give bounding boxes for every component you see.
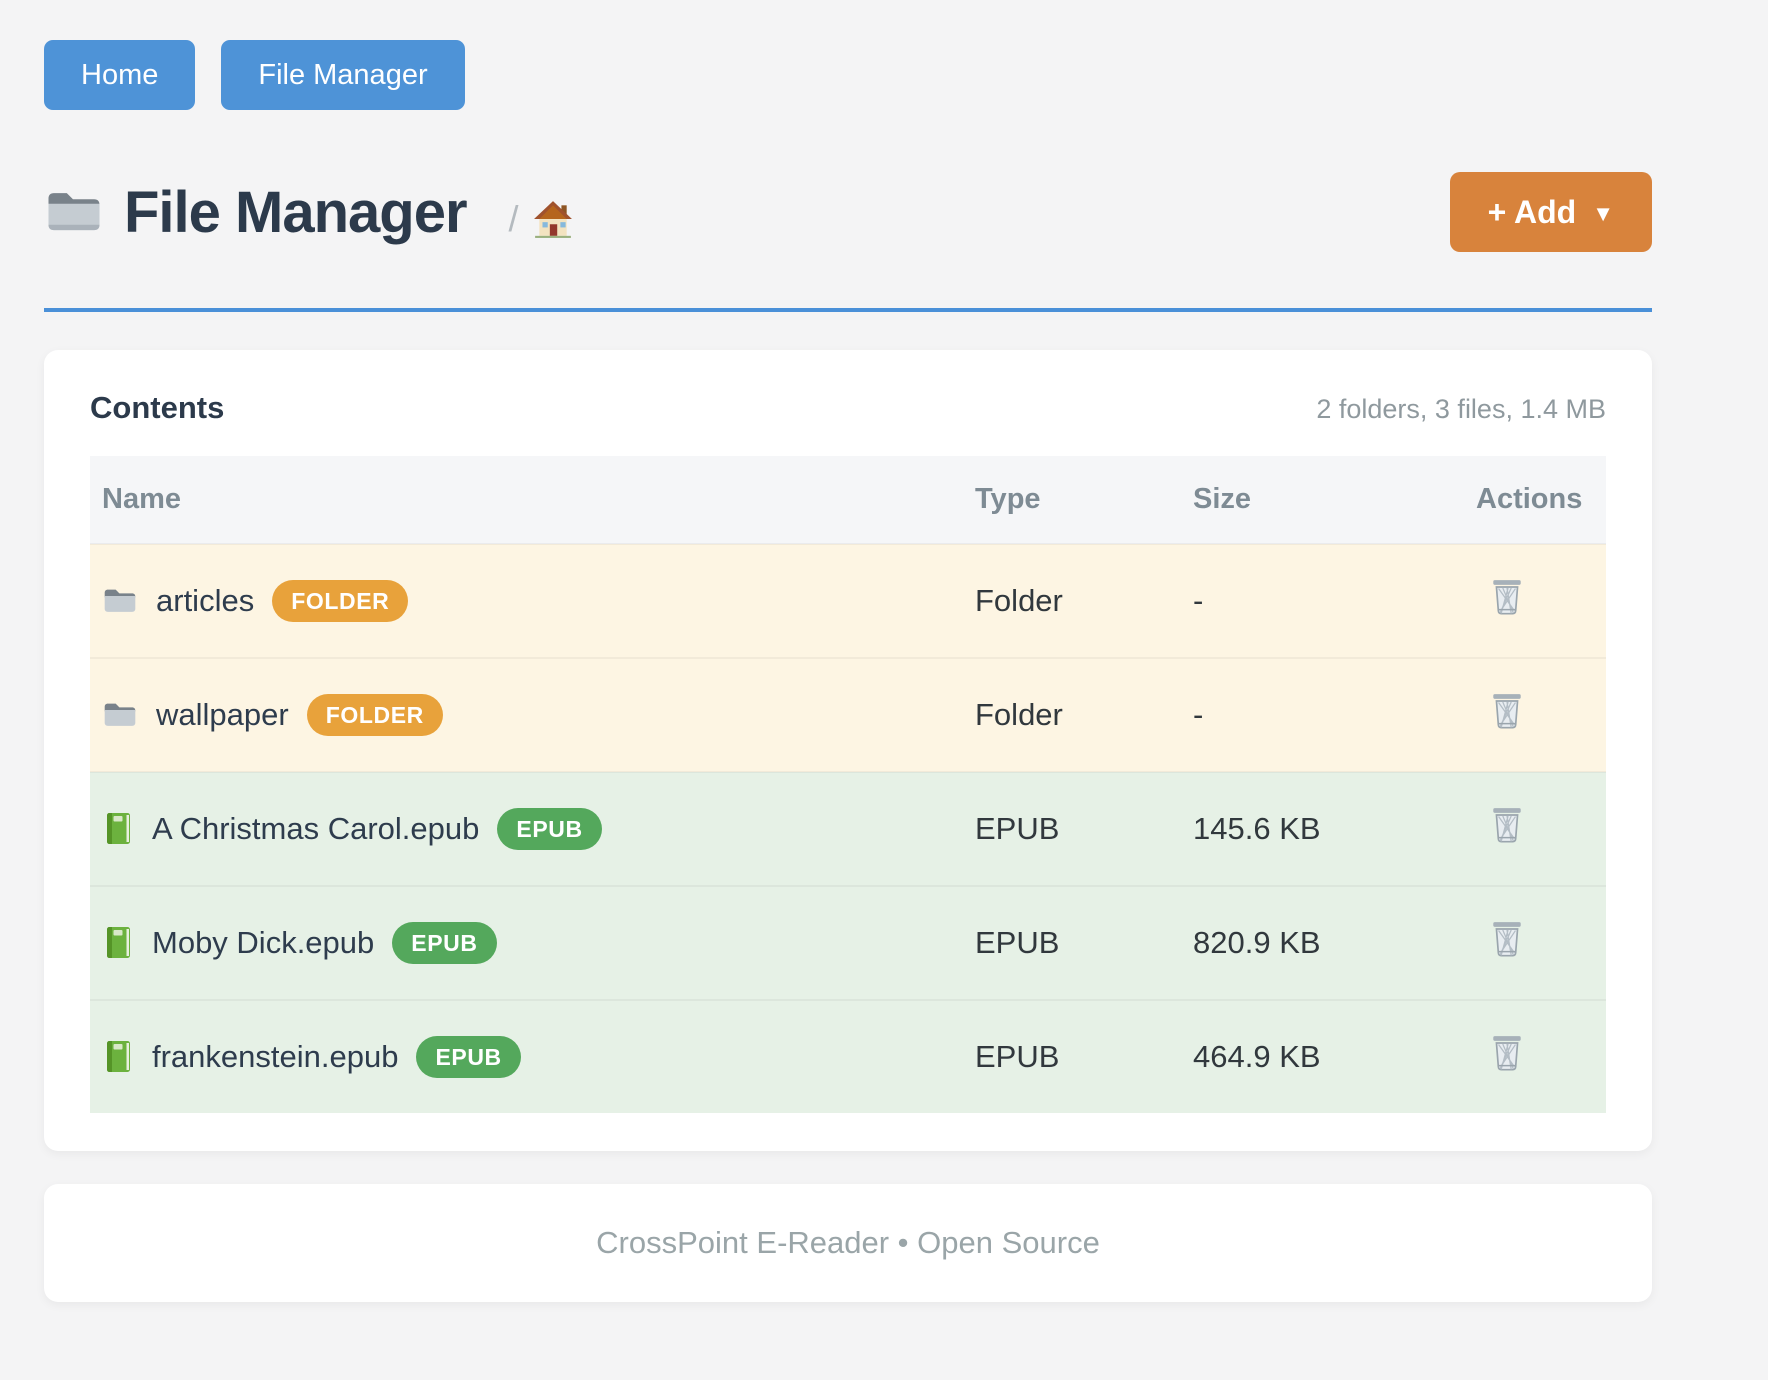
type-cell: EPUB [963,772,1181,886]
type-badge: EPUB [416,1036,520,1078]
contents-title: Contents [90,390,224,426]
page-title: File Manager [124,179,467,246]
file-name[interactable]: Moby Dick.epub [152,925,374,961]
type-badge: FOLDER [272,580,408,622]
delete-button[interactable] [1490,920,1524,958]
green-book-icon [102,925,134,961]
trash-icon [1490,578,1524,616]
size-cell: 464.9 KB [1181,1000,1464,1113]
page-header: File Manager / + Add ▼ [44,172,1652,252]
trash-icon [1490,692,1524,730]
table-row[interactable]: A Christmas Carol.epub EPUB EPUB 145.6 K… [90,772,1606,886]
type-cell: EPUB [963,886,1181,1000]
trash-icon [1490,920,1524,958]
contents-header: Contents 2 folders, 3 files, 1.4 MB [90,390,1606,426]
type-cell: Folder [963,658,1181,772]
folder-icon [102,585,138,617]
contents-summary: 2 folders, 3 files, 1.4 MB [1316,394,1606,425]
add-button[interactable]: + Add ▼ [1450,172,1652,252]
title-wrap: File Manager [44,179,467,246]
file-table: Name Type Size Actions [90,456,1606,1113]
type-cell: EPUB [963,1000,1181,1113]
table-row[interactable]: articles FOLDER Folder - [90,544,1606,658]
column-header-name: Name [90,456,963,544]
top-nav: Home File Manager [44,40,1652,110]
type-badge: EPUB [497,808,601,850]
nav-file-manager-button[interactable]: File Manager [221,40,464,110]
file-name[interactable]: A Christmas Carol.epub [152,811,479,847]
delete-button[interactable] [1490,806,1524,844]
size-cell: - [1181,658,1464,772]
type-badge: EPUB [392,922,496,964]
type-badge: FOLDER [307,694,443,736]
file-name[interactable]: frankenstein.epub [152,1039,398,1075]
page: Home File Manager File Manager / [44,0,1652,1302]
add-button-label: + Add [1488,194,1577,231]
size-cell: 820.9 KB [1181,886,1464,1000]
column-header-actions: Actions [1464,456,1606,544]
file-name[interactable]: articles [156,583,254,619]
contents-card: Contents 2 folders, 3 files, 1.4 MB Name… [44,350,1652,1151]
footer-card: CrossPoint E-Reader • Open Source [44,1184,1652,1302]
title-underline [44,308,1652,312]
home-icon[interactable] [533,200,573,238]
folder-icon [102,699,138,731]
delete-button[interactable] [1490,1034,1524,1072]
size-cell: - [1181,544,1464,658]
file-name[interactable]: wallpaper [156,697,289,733]
breadcrumb: / [509,198,573,240]
green-book-icon [102,1039,134,1075]
column-header-size: Size [1181,456,1464,544]
table-row[interactable]: Moby Dick.epub EPUB EPUB 820.9 KB [90,886,1606,1000]
delete-button[interactable] [1490,578,1524,616]
breadcrumb-separator: / [509,198,519,240]
chevron-down-icon: ▼ [1592,201,1614,227]
folder-icon [44,188,104,236]
table-row[interactable]: wallpaper FOLDER Folder - [90,658,1606,772]
table-row[interactable]: frankenstein.epub EPUB EPUB 464.9 KB [90,1000,1606,1113]
delete-button[interactable] [1490,692,1524,730]
trash-icon [1490,1034,1524,1072]
table-header-row: Name Type Size Actions [90,456,1606,544]
nav-home-button[interactable]: Home [44,40,195,110]
green-book-icon [102,811,134,847]
type-cell: Folder [963,544,1181,658]
trash-icon [1490,806,1524,844]
footer-text: CrossPoint E-Reader • Open Source [596,1225,1100,1261]
size-cell: 145.6 KB [1181,772,1464,886]
column-header-type: Type [963,456,1181,544]
